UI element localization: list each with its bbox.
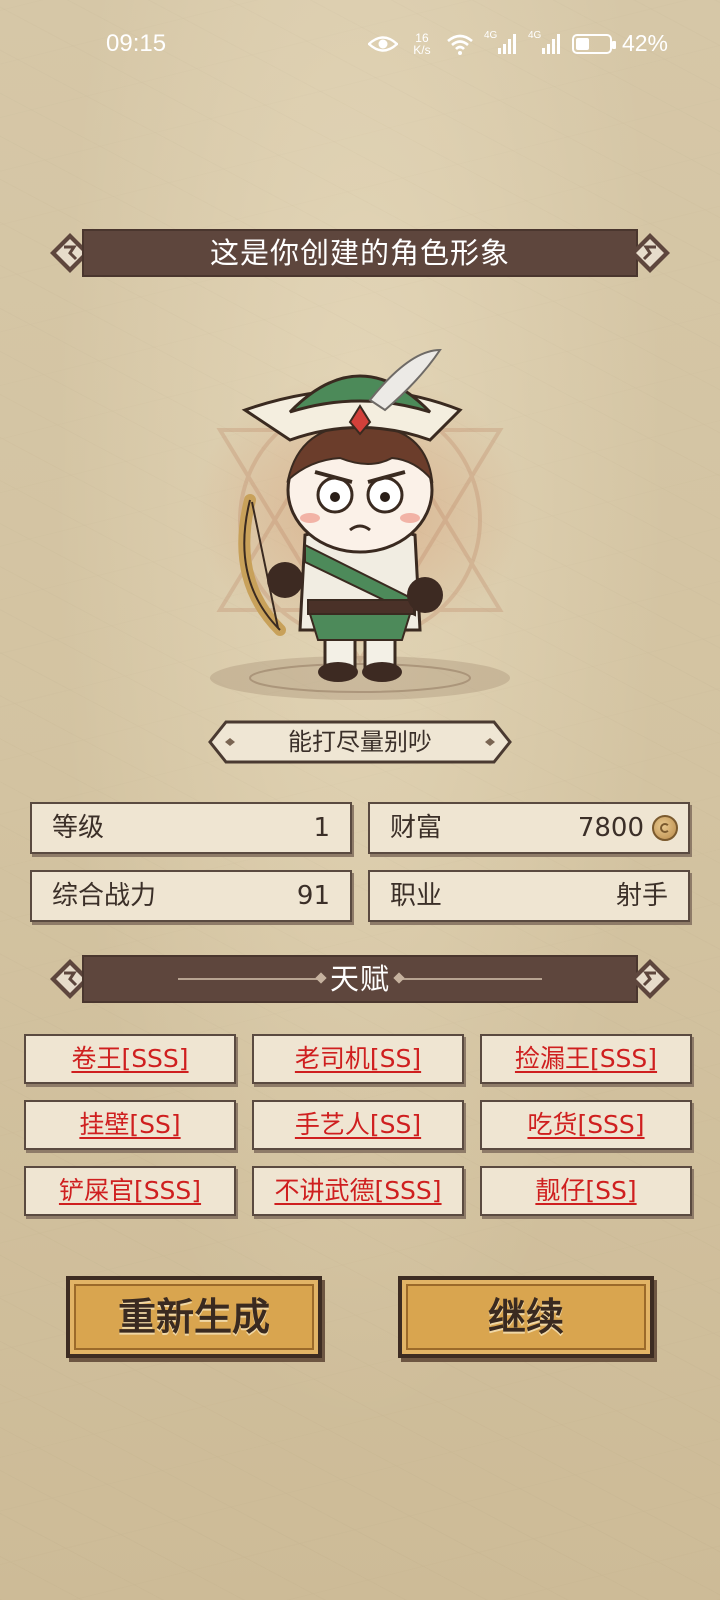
character-name-plate: 能打尽量别吵 (206, 718, 514, 766)
regenerate-button-label: 重新生成 (117, 1295, 270, 1339)
character-portrait (210, 348, 510, 700)
stat-value: 射手 (615, 881, 668, 911)
battery-icon (571, 33, 616, 54)
coin-icon (652, 815, 678, 841)
wifi-icon (447, 34, 473, 55)
eye-icon (367, 35, 398, 52)
talent-item[interactable]: 手艺人[SS] (252, 1100, 464, 1150)
talent-item[interactable]: 吃货[SSS] (480, 1100, 692, 1150)
talent-item[interactable]: 捡漏王[SSS] (480, 1034, 692, 1084)
stat-level: 等级 1 (30, 802, 352, 854)
stat-wealth: 财富 7800 (368, 802, 690, 854)
stat-value: 7800 (577, 813, 644, 843)
signal-icon: 4G (484, 30, 518, 56)
battery-percent: 42% (621, 30, 668, 56)
stat-label: 综合战力 (52, 881, 157, 911)
talent-item[interactable]: 老司机[SS] (252, 1034, 464, 1084)
stat-value: 1 (313, 813, 330, 843)
talents-title: 天赋 (329, 962, 390, 996)
net-speed-unit: K/s (413, 42, 431, 57)
signal-icon: 4G (528, 30, 562, 56)
talents-banner: 天赋 (48, 955, 672, 1003)
character-name: 能打尽量别吵 (288, 728, 432, 756)
regenerate-button[interactable]: 重新生成 (66, 1276, 322, 1358)
status-bar: 09:15 16 K/s 4G 4G 42% (0, 0, 720, 90)
net-speed: 16 K/s (408, 32, 436, 56)
status-icons: 16 K/s 4G 4G 42% (367, 30, 668, 57)
stat-power: 综合战力 91 (30, 870, 352, 922)
net-speed-value: 16 (415, 30, 429, 45)
stat-value: 91 (296, 881, 330, 911)
talent-item[interactable]: 靓仔[SS] (480, 1166, 692, 1216)
continue-button[interactable]: 继续 (398, 1276, 654, 1358)
stat-label: 等级 (52, 813, 105, 843)
battery-level (575, 37, 590, 50)
stat-label: 财富 (390, 813, 443, 843)
stat-class: 职业 射手 (368, 870, 690, 922)
status-time: 09:15 (106, 30, 167, 57)
header-banner: 这是你创建的角色形象 (48, 229, 672, 277)
continue-button-label: 继续 (487, 1295, 564, 1339)
talent-item[interactable]: 挂壁[SS] (24, 1100, 236, 1150)
talent-item[interactable]: 铲屎官[SSS] (24, 1166, 236, 1216)
page-title: 这是你创建的角色形象 (209, 236, 510, 270)
talent-item[interactable]: 卷王[SSS] (24, 1034, 236, 1084)
stat-label: 职业 (390, 881, 443, 911)
talent-item[interactable]: 不讲武德[SSS] (252, 1166, 464, 1216)
